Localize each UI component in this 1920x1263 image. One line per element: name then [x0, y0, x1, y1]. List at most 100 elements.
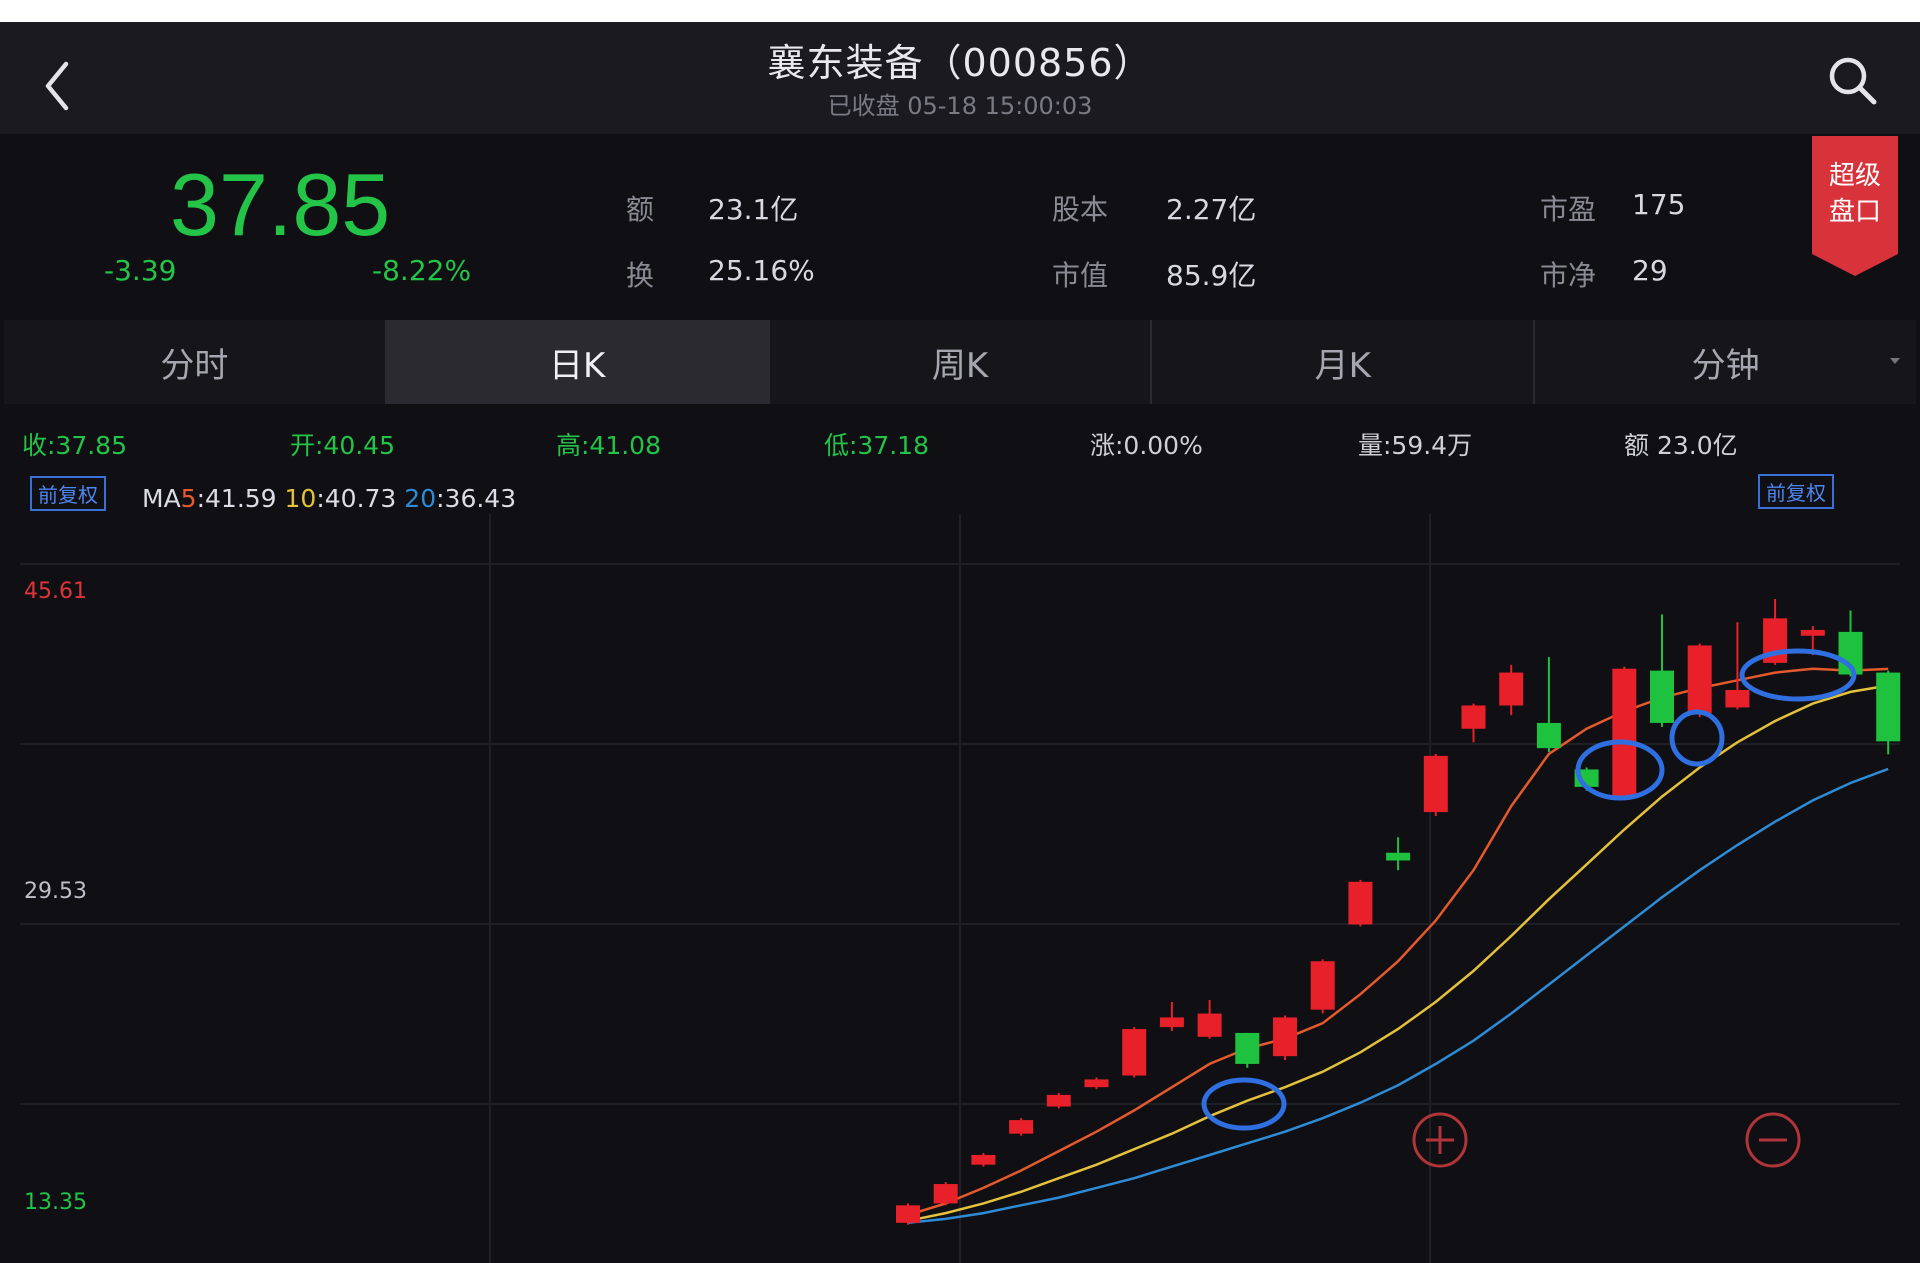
- price-change: -3.39: [104, 254, 177, 287]
- page-title: 襄东装备（000856）: [767, 41, 1153, 85]
- badge-line-2: 盘口: [1829, 197, 1881, 227]
- ma20-line: [907, 767, 1889, 1225]
- candle-body: [1800, 629, 1825, 636]
- stat-value-shares: 2.27亿: [1166, 193, 1257, 226]
- tab-label: 分钟: [1691, 345, 1760, 386]
- tab-label: 月K: [1314, 345, 1371, 386]
- period-tabs: 分时 日K 周K 月K 分钟: [4, 320, 1916, 404]
- y-tick-high: 45.61: [24, 579, 87, 604]
- stat-label-shares: 股本: [1052, 193, 1109, 226]
- candle-body: [1273, 1017, 1297, 1057]
- candle-body: [1122, 1029, 1147, 1076]
- candle-body: [1461, 705, 1486, 729]
- badge-line-1: 超级: [1829, 161, 1881, 191]
- y-tick-mid: 29.53: [24, 879, 87, 904]
- ma5-line: [907, 667, 1889, 1217]
- super-orderbook-badge[interactable]: 超级 盘口: [1812, 136, 1898, 276]
- stat-value-amount: 23.1亿: [708, 193, 799, 226]
- stat-label-pe: 市盈: [1540, 193, 1597, 226]
- kline-svg: 45.61 29.53 13.35: [20, 514, 1901, 1263]
- highlight-annotations: [1201, 648, 1857, 1131]
- header: 襄东装备（000856） 已收盘 05-18 15:00:03: [0, 22, 1920, 134]
- candle-body: [1499, 672, 1524, 706]
- candle: [1159, 1001, 1184, 1031]
- stat-label-amount: 额: [626, 193, 655, 226]
- tab-daily-k[interactable]: 日K: [386, 320, 770, 404]
- stat-label-pb: 市净: [1540, 259, 1597, 292]
- candle: [1461, 703, 1486, 743]
- tab-weekly-k[interactable]: 周K: [769, 320, 1153, 404]
- market-status: 已收盘 05-18 15:00:03: [827, 92, 1093, 120]
- price-change-pct: -8.22%: [372, 254, 472, 287]
- candle-body: [1725, 690, 1750, 708]
- stat-value-market-cap: 85.9亿: [1166, 259, 1257, 292]
- candle-body: [1687, 645, 1712, 714]
- candle: [1310, 959, 1335, 1014]
- candle: [1876, 670, 1901, 755]
- zoom-out-icon[interactable]: [1745, 1112, 1801, 1168]
- candle: [1009, 1118, 1034, 1136]
- candle-body: [1159, 1017, 1184, 1028]
- ohlc-close: 收:37.85: [22, 431, 127, 460]
- candle-body: [1310, 961, 1335, 1010]
- candle: [1612, 666, 1637, 799]
- highlight-circle: [1669, 709, 1725, 767]
- stat-value-turnover: 25.16%: [708, 254, 815, 287]
- ohlc-open: 开:40.45: [290, 431, 395, 460]
- y-tick-low: 13.35: [24, 1190, 87, 1215]
- ohlc-high: 高:41.08: [556, 431, 661, 460]
- tab-label: 日K: [549, 345, 606, 386]
- ohlc-change: 涨:0.00%: [1090, 431, 1203, 460]
- candle: [1386, 837, 1411, 871]
- candle: [1687, 643, 1712, 718]
- candle-body: [1612, 668, 1637, 797]
- candle: [1197, 999, 1222, 1039]
- search-icon: [1829, 57, 1877, 105]
- candle-body: [1084, 1079, 1109, 1088]
- candle-body: [1423, 755, 1448, 813]
- candle: [896, 1203, 920, 1225]
- chart-grid: [20, 514, 1900, 1263]
- candle-body: [896, 1205, 920, 1223]
- candle-body: [933, 1184, 958, 1204]
- candle: [971, 1153, 996, 1167]
- tab-label: 周K: [931, 345, 989, 386]
- candle-body: [1536, 722, 1561, 749]
- candle: [1084, 1077, 1109, 1090]
- ohlc-row: 收:37.85 开:40.45 高:41.08 低:37.18 涨:0.00% …: [0, 418, 1920, 464]
- last-price: 37.85: [170, 155, 391, 254]
- candle-body: [1197, 1013, 1222, 1037]
- candle-body: [971, 1154, 996, 1165]
- candle: [1650, 614, 1674, 727]
- tab-intraday[interactable]: 分时: [4, 320, 387, 404]
- ohlc-volume: 量:59.4万: [1358, 431, 1473, 460]
- ohlc-amount: 额 23.0亿: [1624, 431, 1738, 460]
- candle-body: [1876, 672, 1901, 742]
- candle: [933, 1182, 958, 1206]
- stat-label-turnover: 换: [626, 259, 655, 292]
- tab-minute[interactable]: 分钟: [1535, 320, 1916, 404]
- stat-value-pe: 175: [1632, 188, 1686, 221]
- candle: [1273, 1015, 1297, 1061]
- candle: [1423, 753, 1448, 816]
- ohlc-low: 低:37.18: [824, 431, 929, 460]
- candle-body: [1650, 670, 1674, 723]
- candle-body: [1009, 1120, 1034, 1134]
- candle-body: [1046, 1094, 1071, 1107]
- candle: [1235, 1032, 1260, 1068]
- candle: [1499, 664, 1524, 716]
- status-bar-strip: [0, 0, 1920, 22]
- ma10-line: [907, 684, 1889, 1223]
- candle-body: [1348, 881, 1373, 925]
- candle: [1348, 879, 1373, 927]
- stat-label-market-cap: 市值: [1052, 259, 1109, 292]
- search-button[interactable]: [1824, 52, 1884, 112]
- candle-body: [1235, 1032, 1260, 1064]
- kline-chart[interactable]: 前复权 MA5:41.59 10:40.73 20:36.43 前复权 45.6…: [0, 464, 1920, 1263]
- candle-body: [1386, 852, 1411, 861]
- zoom-in-icon[interactable]: [1412, 1112, 1468, 1168]
- candle: [1122, 1027, 1147, 1078]
- tab-monthly-k[interactable]: 月K: [1152, 320, 1536, 404]
- tab-label: 分时: [160, 345, 229, 386]
- chevron-down-icon: [1889, 358, 1900, 364]
